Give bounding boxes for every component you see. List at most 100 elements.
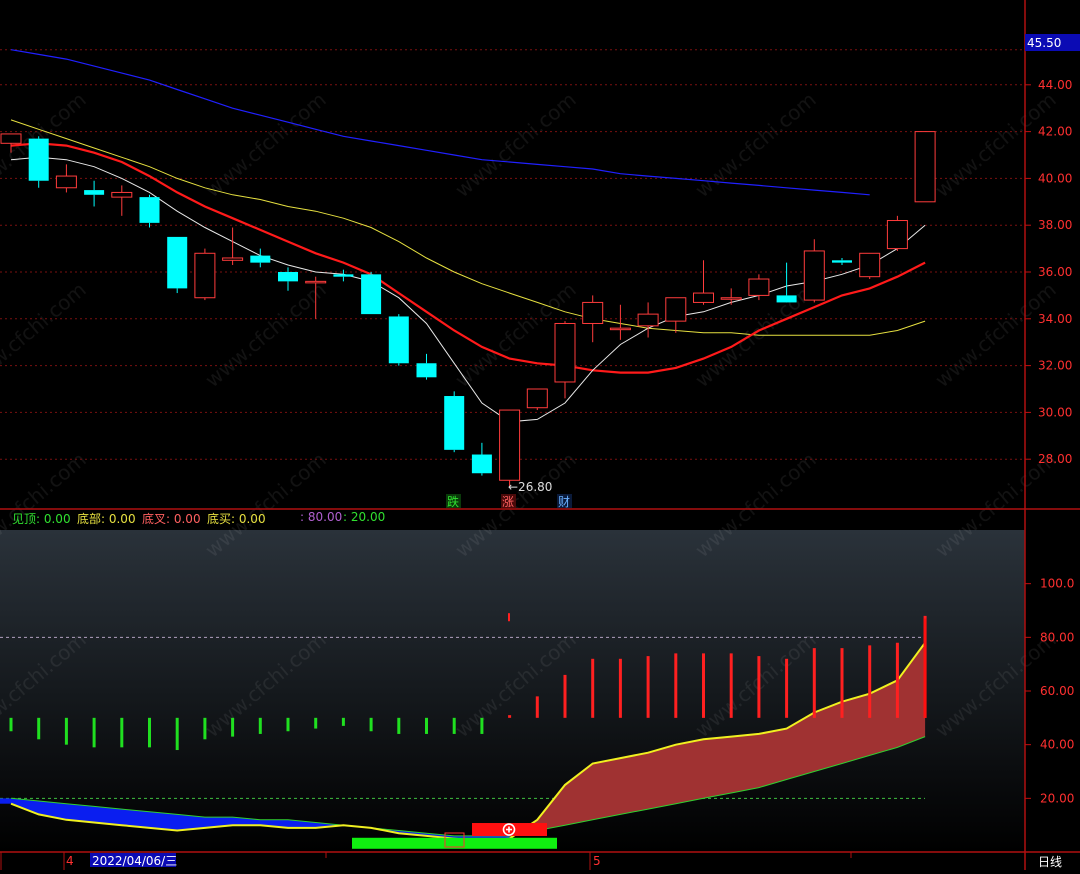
candle[interactable] bbox=[748, 274, 770, 301]
candle-body-down[interactable] bbox=[832, 260, 852, 263]
candle[interactable] bbox=[250, 248, 271, 268]
candle-body-down[interactable] bbox=[167, 236, 188, 289]
price-tick-label: 38.00 bbox=[1038, 218, 1072, 232]
candle-body-down[interactable] bbox=[444, 396, 465, 450]
candle-body-down[interactable] bbox=[388, 316, 409, 364]
candle-body-up[interactable] bbox=[886, 220, 908, 250]
candle-body-up[interactable] bbox=[222, 257, 244, 261]
ma-line-blue bbox=[10, 49, 870, 196]
candle-body-up[interactable] bbox=[748, 278, 770, 296]
event-fall-label[interactable]: 跌 bbox=[447, 494, 459, 509]
candle[interactable] bbox=[803, 239, 825, 303]
candle-body-down[interactable] bbox=[361, 274, 382, 315]
candle-body-up[interactable] bbox=[194, 252, 216, 299]
candle[interactable] bbox=[720, 288, 742, 305]
candle[interactable] bbox=[361, 272, 382, 315]
candle-body-down[interactable] bbox=[250, 255, 271, 263]
candle-body-up[interactable] bbox=[111, 191, 133, 198]
candle[interactable] bbox=[222, 227, 244, 265]
candle[interactable] bbox=[582, 295, 604, 343]
candle-body-up[interactable] bbox=[637, 313, 659, 327]
candle[interactable] bbox=[499, 409, 521, 488]
candle-body-up[interactable] bbox=[0, 133, 22, 144]
price-tick-label: 40.00 bbox=[1038, 171, 1072, 185]
indicator-label-bottom: 底部: 0.00 bbox=[77, 512, 136, 526]
candle[interactable] bbox=[388, 314, 409, 366]
candle[interactable] bbox=[914, 131, 936, 203]
price-tick-label: 30.00 bbox=[1038, 405, 1072, 419]
indicator-label-bottom-cross: 底叉: 0.00 bbox=[142, 512, 201, 526]
month-marker-may: 5 bbox=[593, 854, 601, 868]
candle-body-down[interactable] bbox=[333, 274, 354, 277]
candle[interactable] bbox=[886, 215, 908, 251]
watermark-text: www.cfchi.com bbox=[930, 277, 1060, 392]
candle-body-up[interactable] bbox=[720, 297, 742, 300]
candle[interactable] bbox=[554, 321, 576, 399]
candle[interactable] bbox=[84, 180, 105, 207]
candle[interactable] bbox=[55, 164, 77, 193]
indicator-label-bottom-buy: 底买: 0.00 bbox=[207, 512, 266, 526]
price-tick-label: 36.00 bbox=[1038, 265, 1072, 279]
indicator-tick-label: 80.00 bbox=[1040, 630, 1074, 644]
candle-body-down[interactable] bbox=[139, 197, 160, 223]
indicator-level-80: : 80.00 bbox=[300, 510, 343, 524]
candle-body-down[interactable] bbox=[471, 454, 492, 474]
candle[interactable] bbox=[28, 136, 49, 188]
candle[interactable] bbox=[859, 252, 881, 280]
low-price-annotation: ←26.80 bbox=[508, 480, 552, 494]
price-axis-ticks: 44.00 42.00 40.00 38.00 36.00 34.00 32.00 30.00… bbox=[1025, 78, 1072, 466]
stock-chart[interactable]: www.cfchi.com www.cfchi.com www.cfchi.com w… bbox=[0, 0, 1080, 870]
candle[interactable] bbox=[526, 388, 548, 411]
candle-body-up[interactable] bbox=[582, 301, 604, 324]
candle[interactable] bbox=[693, 260, 714, 305]
candle-body-up[interactable] bbox=[305, 280, 327, 284]
indicator-tick-label: 100.0 bbox=[1040, 577, 1074, 591]
candle[interactable] bbox=[471, 442, 492, 476]
watermark-text: www.cfchi.com bbox=[200, 277, 330, 392]
candle[interactable] bbox=[333, 269, 354, 282]
month-marker-april: 4 bbox=[66, 854, 74, 868]
indicator-axis-ticks: 100.0 80.00 60.00 40.00 20.00 bbox=[1025, 577, 1074, 805]
candle-body-down[interactable] bbox=[84, 190, 105, 195]
event-rise-label[interactable]: 涨 bbox=[502, 494, 514, 509]
chart-stage[interactable]: www.cfchi.com www.cfchi.com www.cfchi.com w… bbox=[0, 0, 1080, 870]
candle[interactable] bbox=[111, 185, 133, 216]
price-tick-label: 34.00 bbox=[1038, 312, 1072, 326]
price-tick-label: 42.00 bbox=[1038, 125, 1072, 139]
candle-body-up[interactable] bbox=[914, 131, 936, 203]
period-label[interactable]: 日线 bbox=[1038, 855, 1062, 869]
watermark-text: www.cfchi.com bbox=[450, 87, 580, 202]
candle-body-up[interactable] bbox=[609, 327, 631, 331]
current-price-label: 45.50 bbox=[1027, 36, 1061, 50]
oscillator-fill-edge bbox=[0, 798, 11, 804]
candle-body-up[interactable] bbox=[499, 409, 521, 481]
candle[interactable] bbox=[194, 248, 216, 301]
candle-body-down[interactable] bbox=[278, 272, 298, 282]
candle[interactable] bbox=[278, 267, 298, 291]
indicator-level-20: : 20.00 bbox=[343, 510, 386, 524]
candle[interactable] bbox=[167, 236, 188, 294]
price-tick-label: 44.00 bbox=[1038, 78, 1072, 92]
candle-body-up[interactable] bbox=[526, 388, 548, 409]
candle-body-up[interactable] bbox=[665, 297, 687, 322]
candle-body-down[interactable] bbox=[416, 363, 437, 378]
candle[interactable] bbox=[416, 353, 437, 380]
event-finance-label[interactable]: 财 bbox=[558, 495, 570, 509]
indicator-tick-label: 40.00 bbox=[1040, 738, 1074, 752]
candle[interactable] bbox=[139, 194, 160, 228]
indicator-label-top: 见顶: 0.00 bbox=[12, 512, 71, 526]
candle-body-down[interactable] bbox=[776, 295, 797, 303]
candle[interactable] bbox=[832, 257, 852, 265]
price-tick-label: 28.00 bbox=[1038, 452, 1072, 466]
candle-body-up[interactable] bbox=[803, 250, 825, 301]
candle-body-up[interactable] bbox=[55, 175, 77, 189]
candle-body-up[interactable] bbox=[859, 252, 881, 278]
candle-body-up[interactable] bbox=[693, 292, 714, 303]
indicator-tick-label: 60.00 bbox=[1040, 684, 1074, 698]
candle[interactable] bbox=[776, 262, 797, 303]
candle-body-down[interactable] bbox=[28, 138, 49, 181]
candle[interactable] bbox=[665, 297, 687, 333]
indicator-tick-label: 20.00 bbox=[1040, 791, 1074, 805]
candle[interactable] bbox=[444, 391, 465, 453]
candle-body-up[interactable] bbox=[554, 322, 576, 383]
